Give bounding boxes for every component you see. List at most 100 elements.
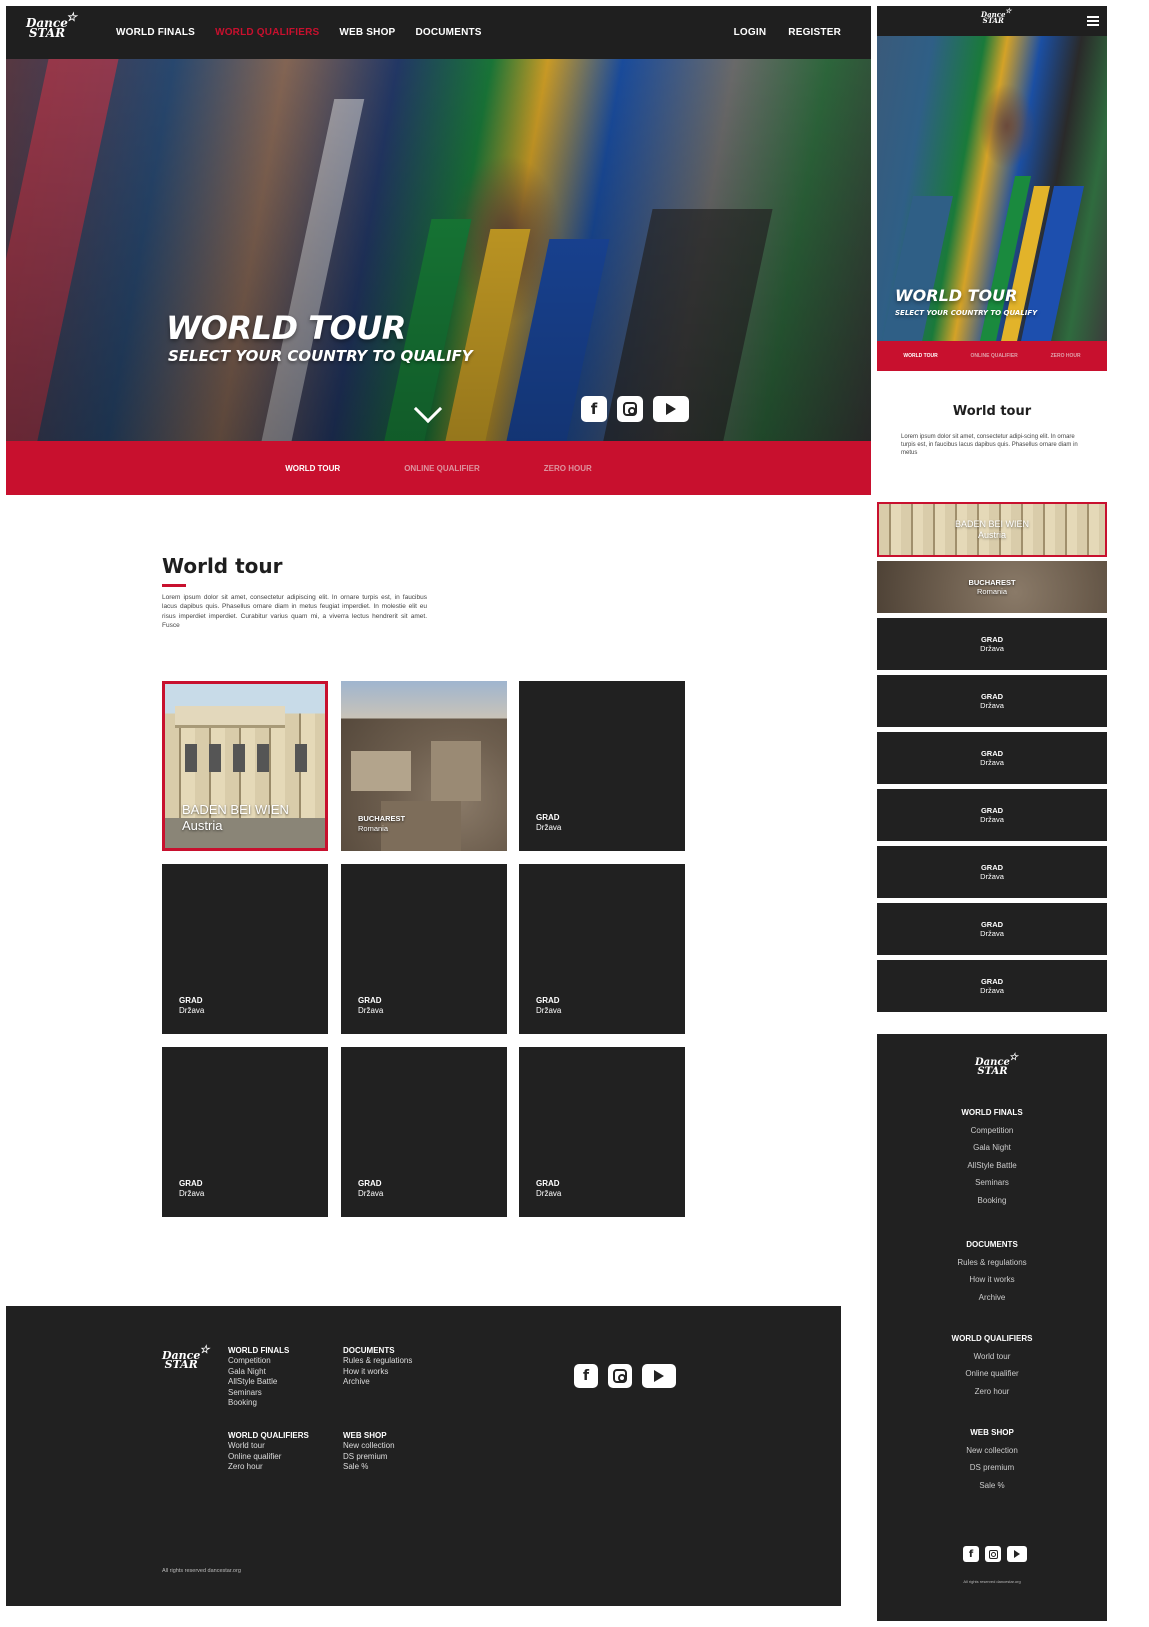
footer-link[interactable]: Zero hour [228,1462,309,1472]
nav-documents[interactable]: DOCUMENTS [415,27,481,38]
footer-link[interactable]: How it works [343,1367,412,1377]
login-link[interactable]: LOGIN [734,27,767,38]
mobile-city-row-bucharest[interactable]: BUCHAREST Romania [877,561,1107,613]
mobile-hero-title: WORLD TOUR [895,286,1018,305]
hamburger-menu-icon[interactable] [1087,16,1099,28]
country-name: Država [179,1189,205,1198]
tab-zero-hour[interactable]: ZERO HOUR [544,464,592,473]
country-name: Država [536,1189,562,1198]
star-icon: ☆ [199,1343,210,1356]
footer-link[interactable]: New collection [343,1441,395,1451]
mobile-city-row[interactable]: GRAD Država [877,618,1107,670]
country-name: Austria [977,529,1006,540]
hero-title: WORLD TOUR [166,309,406,347]
city-tile[interactable]: GRAD Država [519,1047,685,1217]
city-tile-bucharest[interactable]: BUCHAREST Romania [341,681,507,851]
city-tile[interactable]: GRAD Država [519,681,685,851]
facebook-icon[interactable]: f [574,1364,598,1388]
instagram-icon[interactable] [985,1546,1001,1562]
top-navbar: Dance STAR ☆ WORLD FINALS WORLD QUALIFIE… [6,6,871,59]
footer-link[interactable]: Gala Night [228,1367,289,1377]
city-tile[interactable]: GRAD Država [162,864,328,1034]
mobile-city-row-baden[interactable]: BADEN BEI WIEN Austria [877,502,1107,557]
hero-subtitle: SELECT YOUR COUNTRY TO QUALIFY [168,347,473,365]
city-name: GRAD [536,1179,560,1188]
city-tile[interactable]: GRAD Država [162,1047,328,1217]
mobile-city-row[interactable]: GRAD Država [877,789,1107,841]
footer-link[interactable]: Online qualifier [228,1452,309,1462]
nav-world-finals[interactable]: WORLD FINALS [116,27,195,38]
footer-link[interactable]: Archive [343,1377,412,1387]
dancestar-logo[interactable]: Dance STAR ☆ [26,11,77,39]
footer-link[interactable]: Online qualifier [877,1365,1107,1383]
country-name: Država [358,1189,384,1198]
city-tile[interactable]: GRAD Država [341,864,507,1034]
mobile-section-description: Lorem ipsum dolor sit amet, consectetur … [901,434,1078,456]
footer-link[interactable]: Rules & regulations [343,1356,412,1366]
city-name: BUCHAREST [968,578,1016,587]
footer-link[interactable]: Competition [228,1356,289,1366]
footer-link[interactable]: Competition [877,1122,1107,1140]
city-name: BUCHAREST [358,814,406,824]
footer-link[interactable]: Sale % [343,1462,395,1472]
mobile-footer-logo[interactable]: Dance STAR ☆ [975,1053,1018,1076]
footer-logo[interactable]: Dance STAR ☆ [162,1344,209,1371]
footer-link[interactable]: Booking [228,1398,289,1408]
mobile-city-row[interactable]: GRAD Država [877,732,1107,784]
footer-link[interactable]: Sale % [877,1477,1107,1495]
mobile-footer-web-shop: WEB SHOP New collection DS premium Sale … [877,1424,1107,1494]
footer-link[interactable]: Seminars [877,1174,1107,1192]
mobile-city-row[interactable]: GRAD Država [877,903,1107,955]
mobile-qualifier-tabs: WORLD TOUR ONLINE QUALIFIER ZERO HOUR [877,341,1107,371]
star-icon: ☆ [1008,1052,1018,1063]
youtube-icon[interactable] [642,1364,676,1388]
footer-link[interactable]: DS premium [877,1459,1107,1477]
facebook-icon[interactable]: f [963,1546,979,1562]
mobile-city-row[interactable]: GRAD Država [877,960,1107,1012]
city-tile[interactable]: GRAD Država [341,1047,507,1217]
mobile-footer-world-qualifiers: WORLD QUALIFIERS World tour Online quali… [877,1330,1107,1400]
tab-world-tour[interactable]: WORLD TOUR [285,464,340,473]
footer-link[interactable]: Rules & regulations [877,1254,1107,1272]
register-link[interactable]: REGISTER [788,27,841,38]
mobile-footer: Dance STAR ☆ WORLD FINALS Competition Ga… [877,1034,1107,1621]
instagram-icon[interactable] [608,1364,632,1388]
city-name: GRAD [179,996,203,1005]
city-name: GRAD [358,1179,382,1188]
city-name: GRAD [536,813,560,822]
qualifier-tabs: WORLD TOUR ONLINE QUALIFIER ZERO HOUR [6,441,871,495]
copyright-text: All rights reserved dancestar.org [162,1568,241,1574]
instagram-icon[interactable] [617,396,643,422]
nav-world-qualifiers[interactable]: WORLD QUALIFIERS [215,27,319,38]
mobile-navbar: Dance STAR ☆ [877,6,1107,36]
youtube-icon[interactable] [653,396,689,422]
footer-link[interactable]: Archive [877,1289,1107,1307]
footer-link[interactable]: How it works [877,1271,1107,1289]
tab-world-tour[interactable]: WORLD TOUR [903,353,937,359]
footer-link[interactable]: Zero hour [877,1383,1107,1401]
mobile-logo[interactable]: Dance STAR ☆ [981,7,1011,24]
footer-link[interactable]: Gala Night [877,1139,1107,1157]
footer-link[interactable]: DS premium [343,1452,395,1462]
footer-link[interactable]: New collection [877,1442,1107,1460]
tab-zero-hour[interactable]: ZERO HOUR [1051,353,1081,359]
mobile-city-row[interactable]: GRAD Država [877,846,1107,898]
tab-online-qualifier[interactable]: ONLINE QUALIFIER [971,353,1018,359]
tab-online-qualifier[interactable]: ONLINE QUALIFIER [404,464,480,473]
city-tile[interactable]: GRAD Država [519,864,685,1034]
mobile-city-row[interactable]: GRAD Država [877,675,1107,727]
youtube-icon[interactable] [1007,1546,1027,1562]
footer-link[interactable]: Booking [877,1192,1107,1210]
nav-web-shop[interactable]: WEB SHOP [339,27,395,38]
city-tile-baden[interactable]: BADEN BEI WIEN Austria [162,681,328,851]
facebook-icon[interactable]: f [581,396,607,422]
country-name: Romania [358,823,389,833]
mobile-hero-subtitle: SELECT YOUR COUNTRY TO QUALIFY [895,309,1038,317]
footer-link[interactable]: World tour [877,1348,1107,1366]
footer-link[interactable]: Seminars [228,1388,289,1398]
footer-link[interactable]: World tour [228,1441,309,1451]
footer-world-qualifiers: WORLD QUALIFIERS World tour Online quali… [228,1431,309,1472]
mobile-footer-documents: DOCUMENTS Rules & regulations How it wor… [877,1236,1107,1306]
footer-link[interactable]: AllStyle Battle [228,1377,289,1387]
footer-link[interactable]: AllStyle Battle [877,1157,1107,1175]
